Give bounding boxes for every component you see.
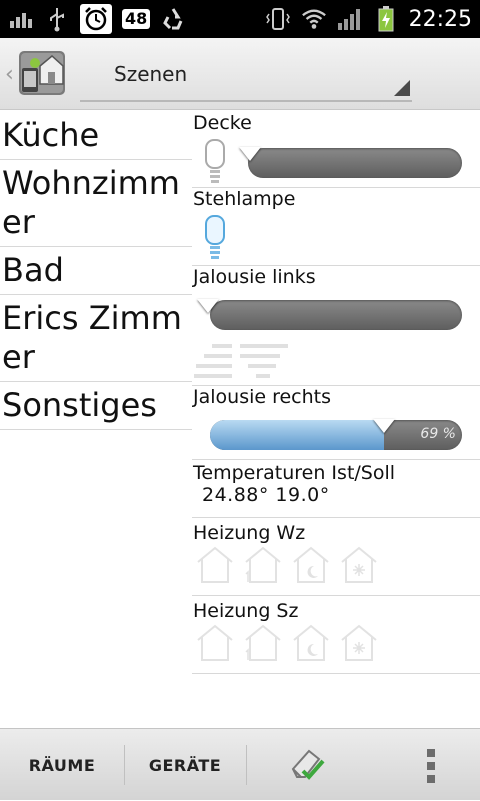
- device-label: Jalousie rechts: [193, 386, 332, 408]
- house-moon-mode-icon[interactable]: [290, 622, 332, 666]
- alarm-clock-icon: [80, 4, 112, 34]
- device-decke: Decke: [192, 112, 480, 188]
- scene-selector[interactable]: Szenen: [80, 52, 412, 102]
- heating-mode-row: [192, 544, 480, 588]
- recycle-icon: [160, 6, 186, 32]
- device-jalousie-rechts: Jalousie rechts 69 %: [192, 386, 480, 460]
- device-stehlampe: Stehlampe: [192, 188, 480, 266]
- home-app-icon[interactable]: [18, 50, 66, 96]
- wifi-icon: [301, 6, 327, 32]
- lightbulb-off-icon[interactable]: [204, 138, 226, 188]
- house-mode-icon[interactable]: [194, 622, 236, 666]
- action-bar: ‹ Szenen: [0, 38, 480, 110]
- device-jalousie-links: Jalousie links: [192, 266, 480, 386]
- device-heizung-wz: Heizung Wz: [192, 518, 480, 596]
- device-panel: Decke Stehlampe Jalousie links Jalousie …: [192, 112, 480, 674]
- back-chevron-icon[interactable]: ‹: [5, 62, 14, 87]
- device-label: Heizung Sz: [193, 600, 299, 622]
- room-item-wohnzimmer[interactable]: Wohnzimmer: [0, 160, 192, 247]
- slider-thumb[interactable]: [239, 147, 261, 161]
- battery-charging-icon: [373, 6, 399, 32]
- slider-percent: 69 %: [420, 426, 456, 442]
- device-label: Decke: [193, 112, 252, 134]
- slider-thumb[interactable]: [197, 299, 219, 313]
- divider: [246, 745, 247, 785]
- room-item-kueche[interactable]: Küche: [0, 112, 192, 160]
- lightbulb-icon[interactable]: [204, 214, 226, 264]
- device-heizung-sz: Heizung Sz: [192, 596, 480, 674]
- shutter-slider-rechts[interactable]: 69 %: [210, 419, 462, 450]
- house-1-mode-icon[interactable]: [242, 622, 284, 666]
- device-temperaturen: Temperaturen Ist/Soll 24.88° 19.0°: [192, 460, 480, 518]
- signal-bars-icon: [8, 6, 34, 32]
- vibrate-icon: [265, 6, 291, 32]
- room-list: Küche Wohnzimmer Bad Erics Zimmer Sonsti…: [0, 112, 192, 430]
- room-item-bad[interactable]: Bad: [0, 247, 192, 295]
- scene-selector-title: Szenen: [114, 62, 188, 86]
- slider-fill: [210, 420, 384, 450]
- house-snowflake-mode-icon[interactable]: [338, 544, 380, 588]
- dimmer-slider-decke[interactable]: [239, 147, 462, 178]
- shutter-slider-links[interactable]: [197, 299, 462, 330]
- dropdown-triangle-icon: [394, 80, 410, 96]
- geraete-button[interactable]: GERÄTE: [124, 729, 246, 801]
- heating-mode-row: [192, 622, 480, 666]
- house-1-mode-icon[interactable]: [242, 544, 284, 588]
- notification-count-badge: 48: [122, 9, 151, 29]
- usb-icon: [44, 6, 70, 32]
- room-item-erics-zimmer[interactable]: Erics Zimmer: [0, 295, 192, 382]
- device-label: Jalousie links: [193, 266, 316, 288]
- device-label: Temperaturen Ist/Soll: [193, 462, 396, 484]
- device-label: Heizung Wz: [193, 522, 306, 544]
- house-snowflake-mode-icon[interactable]: [338, 622, 380, 666]
- house-moon-mode-icon[interactable]: [290, 544, 332, 588]
- bottom-action-bar: RÄUME GERÄTE: [0, 728, 480, 800]
- shutter-icon: [192, 340, 292, 390]
- raeume-button[interactable]: RÄUME: [0, 729, 124, 801]
- device-label: Stehlampe: [193, 188, 296, 210]
- eraser-check-icon: [287, 743, 327, 787]
- house-mode-icon[interactable]: [194, 544, 236, 588]
- overflow-menu-icon[interactable]: [426, 749, 436, 783]
- status-bar: 48 22:25: [0, 0, 480, 38]
- slider-thumb[interactable]: [373, 419, 395, 433]
- status-time: 22:25: [408, 6, 472, 32]
- cell-signal-icon: [337, 6, 363, 32]
- room-item-sonstiges[interactable]: Sonstiges: [0, 382, 192, 430]
- temperature-values: 24.88° 19.0°: [202, 484, 330, 506]
- scene-apply-button[interactable]: [262, 729, 352, 801]
